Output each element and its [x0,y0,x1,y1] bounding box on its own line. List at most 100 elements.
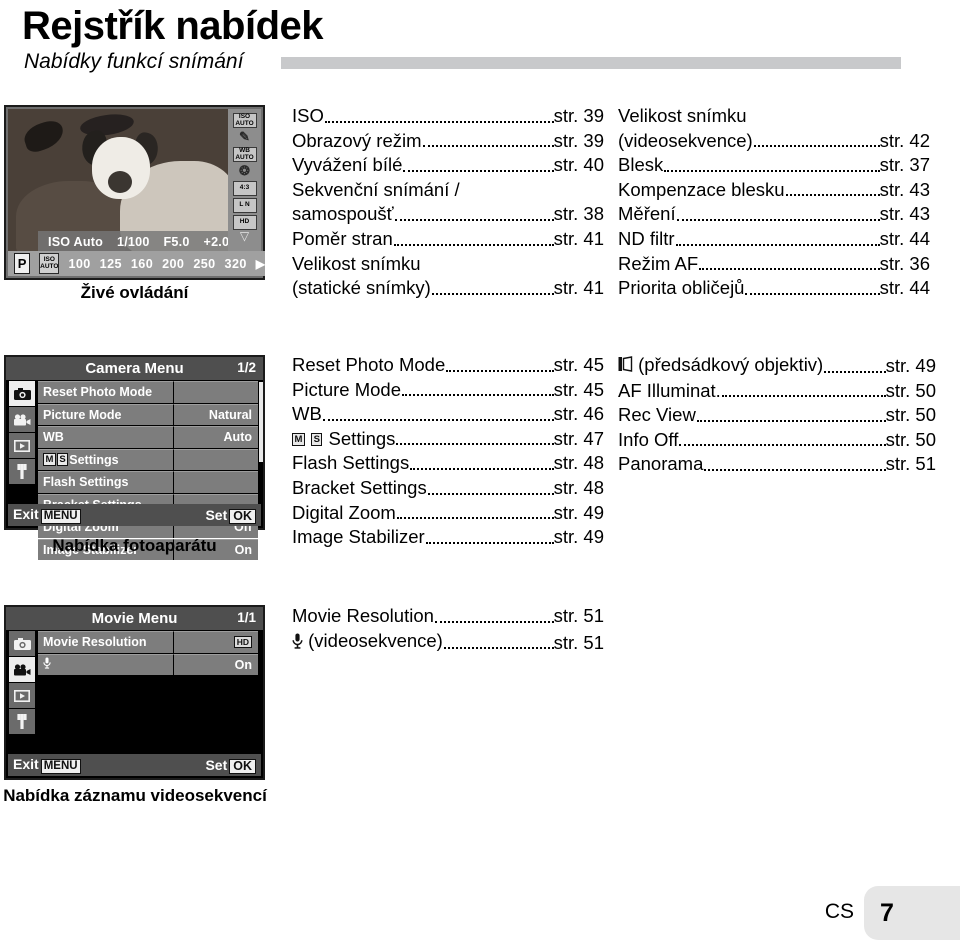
menu-row-label-cell[interactable]: WB [38,426,173,448]
index-entry-page: str. 40 [553,154,604,176]
camera-menu-row-list[interactable]: Reset Photo Mode Picture Mode Natural WB Aut… [38,380,263,561]
live-control-screenshot: ISO Auto 1/100 F5.0 +2.0 ISO AUTO ✎ WB A… [4,105,265,280]
index-entry: Digital Zoom str. 49 [292,501,604,526]
menu-row-label-cell[interactable]: Reset Photo Mode [38,381,173,403]
menu-row[interactable]: Reset Photo Mode [38,381,258,403]
menu-row-label: Settings [69,452,119,467]
index-entry: AF Illuminat. str. 50 [618,379,936,404]
tab-playback-icon[interactable] [9,433,35,458]
menu-row-value-cell[interactable] [173,381,258,403]
exit-action[interactable]: Exit MENU [13,756,81,774]
menu-row-value-cell[interactable] [173,448,258,470]
menu-row-label-cell[interactable]: Movie Resolution [38,631,173,653]
white-balance-auto-icon[interactable]: WB AUTO [232,147,257,162]
menu-row-label-cell[interactable]: M S Settings [38,448,173,470]
menu-row-value-cell[interactable]: HD [173,631,258,653]
index-entry: Picture Mode str. 45 [292,378,604,403]
menu-row[interactable]: M S Settings [38,448,258,470]
menu-row[interactable]: On [38,653,258,675]
ok-key-cap: OK [229,758,256,774]
iso-auto-icon[interactable]: ISO AUTO [232,113,257,128]
leader-dots [676,218,880,221]
index-entry-label: Obrazový režim [292,129,422,151]
index-entry-label: Měření [618,203,676,225]
tab-camera-icon[interactable] [9,381,35,406]
leader-dots [664,169,880,172]
drive-mode-off-icon[interactable]: ❂ [233,164,257,179]
index-entry: Velikost snímku [618,104,930,129]
movie-menu-tab-strip[interactable] [6,630,38,734]
tab-movie-icon[interactable] [9,657,35,682]
picture-mode-icon[interactable]: ✎ [233,130,257,145]
movie-quality-hd-icon[interactable]: HD [232,215,257,230]
menu-row-value-cell[interactable]: Natural [173,403,258,425]
camera-menu-tab-strip[interactable] [6,380,38,561]
menu-row[interactable]: Flash Settings [38,471,258,493]
leader-dots [322,418,554,421]
index-entry: Image Stabilizer str. 49 [292,525,604,550]
page-title: Rejstřík nabídek [22,4,324,48]
tab-playback-icon[interactable] [9,683,35,708]
tab-movie-icon[interactable] [9,407,35,432]
language-code: CS [824,900,854,923]
chevron-down-icon[interactable]: ▽ [240,230,249,242]
menu-row-label: Picture Mode [43,407,122,422]
menu-row-label-cell[interactable]: Picture Mode [38,403,173,425]
iso-auto-option[interactable]: ISO AUTO [39,253,60,274]
menu-row-value-cell[interactable]: Auto [173,426,258,448]
iso-option-250[interactable]: 250 [193,257,215,271]
menu-scrollbar[interactable] [259,382,263,462]
menu-row-value-cell[interactable] [173,471,258,493]
camera-menu-screenshot: Camera Menu 1/2 Reset Photo Mode Picture… [4,355,265,560]
image-quality-icon[interactable]: L N [232,198,257,213]
tab-camera-icon[interactable] [9,631,35,656]
chevron-right-icon[interactable]: ▶ [256,257,265,271]
movie-menu-row-list[interactable]: Movie Resolution HD On [38,630,263,734]
menu-row-value-cell[interactable]: On [173,653,258,675]
leader-dots [704,468,886,471]
set-action[interactable]: Set OK [205,507,256,524]
camera-menu-page-indicator: 1/2 [237,360,256,375]
menu-row[interactable]: WB Auto [38,426,258,448]
menu-row[interactable]: Picture Mode Natural [38,403,258,425]
aperture-value: F5.0 [163,235,190,249]
index-entry-label: Info Off [618,428,679,450]
iso-option-200[interactable]: 200 [162,257,184,271]
index-entry-page: str. 49 [553,526,604,548]
iso-option-125[interactable]: 125 [100,257,122,271]
camera-menu-title-bar: Camera Menu 1/2 [6,357,263,380]
iso-selector-bar[interactable]: P ISO AUTO 100 125 160 200 250 320 ▶ [8,251,265,276]
iso-option-100[interactable]: 100 [68,257,90,271]
index-entry-label: Movie Resolution [292,605,434,626]
index-entry-label: Kompenzace blesku [618,178,785,200]
index-entry-label: Reset Photo Mode [292,354,446,375]
index-entry-label: ND filtr [618,227,675,249]
movie-menu-title: Movie Menu [91,610,178,627]
leader-dots [696,419,886,422]
index-entry: Blesk str. 37 [618,153,930,178]
index-entry: Kompenzace blesku str. 43 [618,178,930,203]
index-entry-page: str. 43 [879,178,930,200]
exit-action[interactable]: Exit MENU [13,506,81,524]
aspect-ratio-icon[interactable]: 4:3 [232,181,257,196]
leader-dots [324,120,554,123]
iso-option-320[interactable]: 320 [225,257,247,271]
shooting-info-bar: ISO Auto 1/100 F5.0 +2.0 [38,231,230,253]
iso-option-160[interactable]: 160 [131,257,153,271]
index-entry: WB str. 46 [292,402,604,427]
leader-dots [396,443,554,446]
index-entry-label: Sekvenční snímání / [292,178,460,200]
set-action[interactable]: Set OK [205,757,256,774]
live-control-icon-strip[interactable]: ISO AUTO ✎ WB AUTO ❂ 4:3 L N HD ▽ [228,109,261,253]
menu-row-label-cell[interactable] [38,653,173,675]
index-entry-label: Velikost snímku [292,252,421,274]
menu-row[interactable]: Movie Resolution HD [38,631,258,653]
index-entry-label: WB [292,403,322,425]
tab-setup-icon[interactable] [9,459,35,484]
index-entry-label: Vyvážení bílé [292,154,403,176]
tab-setup-icon[interactable] [9,709,35,734]
menu-row-label-cell[interactable]: Flash Settings [38,471,173,493]
camera-menu-title: Camera Menu [85,360,184,377]
menu-row-label: Movie Resolution [43,635,147,650]
live-control-caption: Živé ovládání [80,283,189,302]
